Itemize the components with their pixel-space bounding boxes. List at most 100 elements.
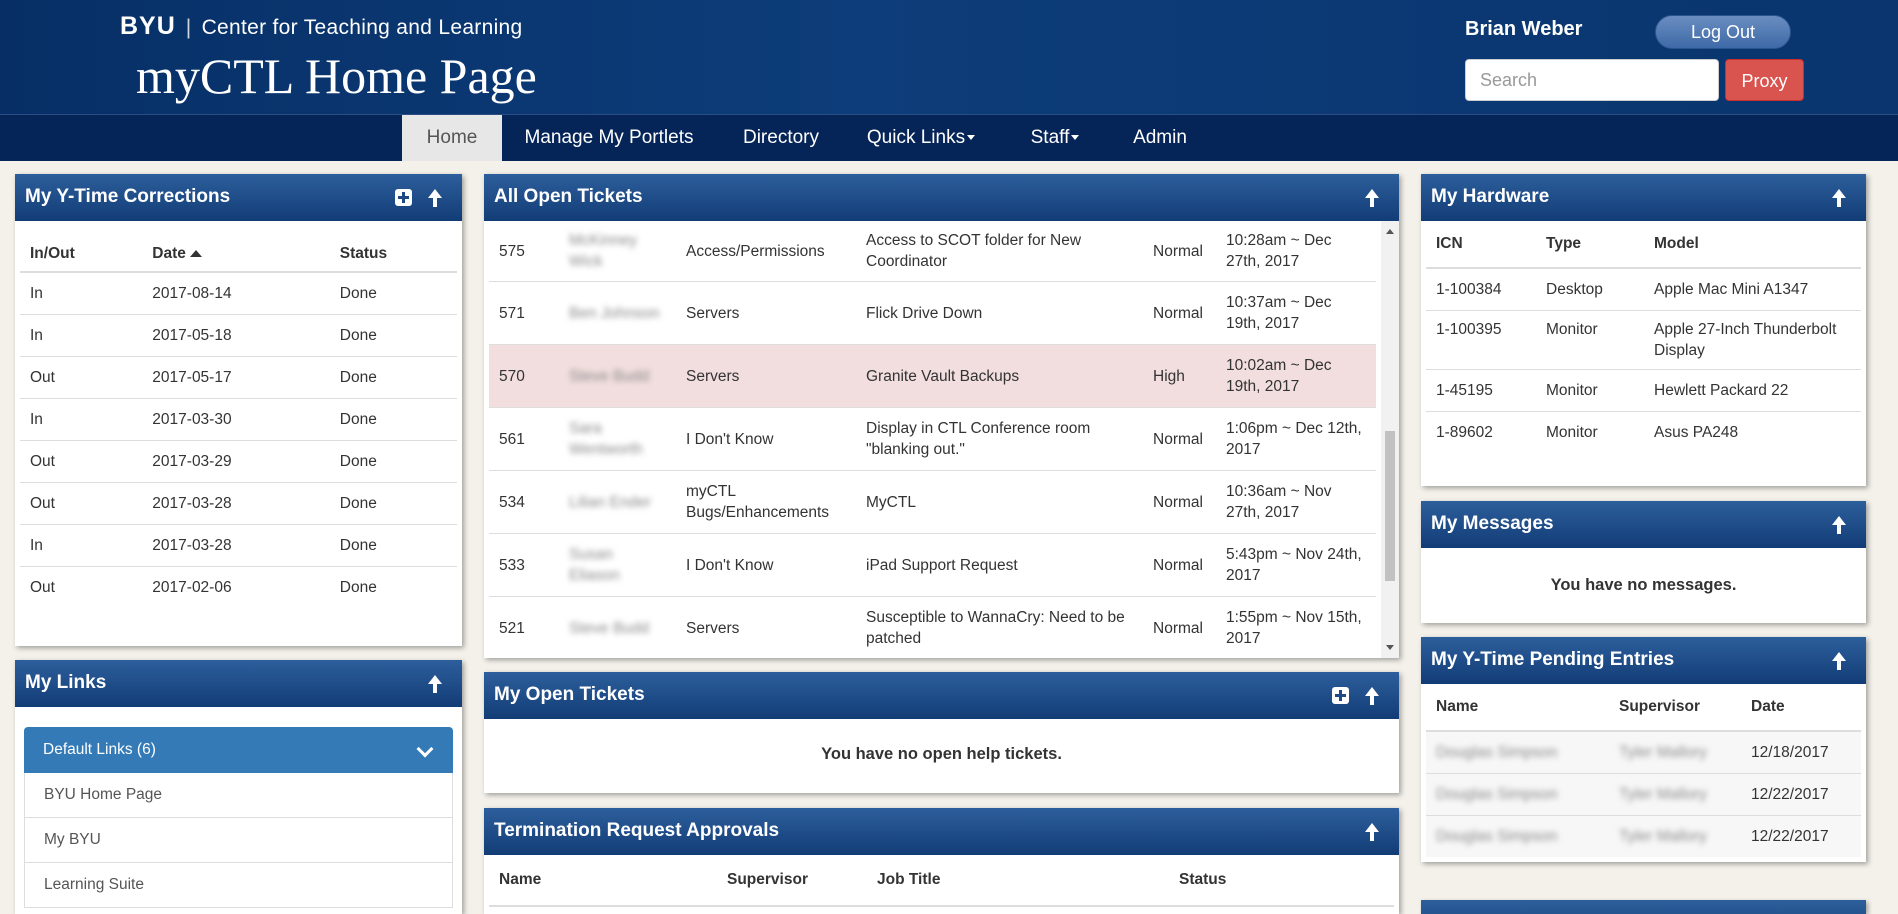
- cell: 2017-03-28: [142, 524, 330, 567]
- ticket-id: 533: [489, 533, 559, 597]
- ticket-priority: Normal: [1143, 596, 1216, 658]
- column-header[interactable]: Type: [1536, 221, 1644, 269]
- panel-header: My Links: [15, 660, 462, 707]
- all-open-tickets-table: 575 McKinney Wick Access/Permissions Access…: [489, 221, 1376, 658]
- arrow-up-icon[interactable]: [1830, 651, 1848, 670]
- employee-name: Douglas Simpson: [1436, 827, 1558, 845]
- column-header[interactable]: Supervisor: [717, 855, 867, 907]
- panel-controls: [426, 660, 444, 707]
- panel-header: All Open Tickets: [484, 174, 1399, 221]
- cell: 2017-05-17: [142, 356, 330, 399]
- search-input[interactable]: [1465, 59, 1719, 101]
- scrollbar-thumb[interactable]: [1385, 431, 1395, 581]
- panel-controls: [1332, 672, 1381, 719]
- cell: Monitor: [1546, 424, 1598, 441]
- links-group-header[interactable]: Default Links (6): [24, 727, 453, 773]
- ytime-pending-table: Name Supervisor Date Douglas Simpson Tyle…: [1426, 684, 1861, 857]
- table-row: 1-45195 Monitor Hewlett Packard 22: [1426, 369, 1861, 412]
- column-header[interactable]: In/Out: [20, 221, 143, 273]
- plus-icon[interactable]: [1332, 687, 1349, 704]
- ticket-subject: Flick Drive Down: [856, 281, 1143, 345]
- tickets-scroll-area[interactable]: 575 McKinney Wick Access/Permissions Access…: [489, 221, 1376, 658]
- nav-home[interactable]: Home: [402, 115, 502, 161]
- ticket-priority: Normal: [1143, 281, 1216, 345]
- nav-quick-links[interactable]: Quick Links: [856, 115, 986, 161]
- column-header[interactable]: ICN: [1426, 221, 1536, 269]
- arrow-up-icon[interactable]: [426, 188, 444, 207]
- cell: 1-100384: [1426, 268, 1536, 311]
- column-header[interactable]: Model: [1644, 221, 1861, 269]
- panel-header: My Y-Time Corrections: [15, 174, 462, 221]
- table-row[interactable]: 575 McKinney Wick Access/Permissions Access…: [489, 221, 1376, 282]
- requester-name: McKinney Wick: [569, 232, 638, 270]
- table-row[interactable]: 534 Lilian Ender myCTL Bugs/Enhancements My…: [489, 470, 1376, 534]
- column-header-date[interactable]: Date: [142, 221, 330, 273]
- cell: Tyler Mallory: [1609, 731, 1741, 774]
- nav-quick-links-label: Quick Links: [866, 127, 966, 148]
- cell: Apple 27-Inch Thunderbolt Display: [1644, 310, 1861, 370]
- all-open-tickets-panel: All Open Tickets 575 McKinney Wick Access/…: [484, 174, 1399, 658]
- column-header[interactable]: Supervisor: [1609, 684, 1741, 732]
- proxy-button[interactable]: Proxy: [1725, 59, 1804, 101]
- scroll-up-icon[interactable]: [1386, 229, 1394, 234]
- arrow-up-icon[interactable]: [1363, 686, 1381, 705]
- table-header-row: In/Out Date Status: [20, 221, 457, 273]
- ticket-requester: Sara Wentworth: [559, 407, 676, 471]
- employee-name: Douglas Simpson: [1436, 743, 1558, 761]
- column-header[interactable]: Date: [1741, 684, 1861, 732]
- column-header[interactable]: Status: [1169, 855, 1394, 907]
- cell: 12/22/2017: [1741, 773, 1861, 816]
- supervisor-name: Tyler Mallory: [1619, 827, 1707, 845]
- column-header-label: Date: [152, 245, 186, 262]
- org-name[interactable]: Center for Teaching and Learning: [202, 16, 523, 39]
- byu-logo[interactable]: BYU: [120, 12, 176, 40]
- ticket-id: 570: [489, 344, 559, 408]
- cell: In: [20, 272, 143, 315]
- nav-admin[interactable]: Admin: [1122, 115, 1198, 161]
- cell: Done: [329, 272, 457, 315]
- logout-button[interactable]: Log Out: [1655, 15, 1791, 49]
- arrow-up-icon[interactable]: [1363, 188, 1381, 207]
- panel-header: My Y-Time Pending Entries: [1421, 637, 1866, 684]
- column-header[interactable]: Name: [1426, 684, 1609, 732]
- ticket-category: I Don't Know: [676, 407, 856, 471]
- arrow-up-icon[interactable]: [1830, 515, 1848, 534]
- nav-directory[interactable]: Directory: [727, 115, 835, 161]
- table-row[interactable]: 561 Sara Wentworth I Don't Know Display in …: [489, 407, 1376, 471]
- tickets-scrollbar[interactable]: [1381, 221, 1399, 658]
- panel-title: My Hardware: [1431, 186, 1550, 207]
- table-row[interactable]: 521 Steve Budd Servers Susceptible to Wanna…: [489, 596, 1376, 658]
- table-row-high-priority[interactable]: 570 Steve Budd Servers Granite Vault Backup…: [489, 344, 1376, 408]
- cell: Out: [20, 482, 143, 525]
- cell: Desktop: [1536, 268, 1644, 311]
- link-item[interactable]: My BYU: [24, 818, 453, 863]
- ytime-corrections-table: In/Out Date Status In 2017-08-14 Done In 20…: [20, 221, 457, 608]
- column-header[interactable]: Job Title: [867, 855, 1169, 907]
- panel-title: My Y-Time Pending Entries: [1431, 649, 1675, 670]
- cell: 2017-03-30: [142, 398, 330, 441]
- nav-staff[interactable]: Staff: [1018, 115, 1092, 161]
- panel-controls: [1830, 174, 1848, 221]
- column-header[interactable]: Status: [329, 221, 457, 273]
- scroll-down-icon[interactable]: [1386, 645, 1394, 650]
- cell: Done: [329, 524, 457, 567]
- link-item[interactable]: BYU Home Page: [24, 773, 453, 818]
- table-row: Out 2017-02-06 Done: [20, 567, 457, 609]
- ticket-id: 571: [489, 281, 559, 345]
- column-header[interactable]: Name: [489, 855, 717, 907]
- arrow-up-icon[interactable]: [1830, 188, 1848, 207]
- termination-approvals-panel: Termination Request Approvals Name Super…: [484, 808, 1399, 914]
- ticket-requester: Susan Eliason: [559, 533, 676, 597]
- table-row[interactable]: 571 Ben Johnson Servers Flick Drive Down Nor…: [489, 281, 1376, 345]
- arrow-up-icon[interactable]: [426, 674, 444, 693]
- ticket-category: myCTL Bugs/Enhancements: [676, 470, 856, 534]
- cell: 1-100395: [1426, 310, 1536, 370]
- link-item[interactable]: Learning Suite: [24, 863, 453, 908]
- table-row: 1-100395 Monitor Apple 27-Inch Thunderbolt…: [1426, 310, 1861, 370]
- plus-icon[interactable]: [395, 189, 412, 206]
- table-row[interactable]: 533 Susan Eliason I Don't Know iPad Support…: [489, 533, 1376, 597]
- requester-name: Steve Budd: [569, 619, 650, 637]
- cell: 12/22/2017: [1741, 815, 1861, 857]
- arrow-up-icon[interactable]: [1363, 822, 1381, 841]
- nav-manage-portlets[interactable]: Manage My Portlets: [512, 115, 706, 161]
